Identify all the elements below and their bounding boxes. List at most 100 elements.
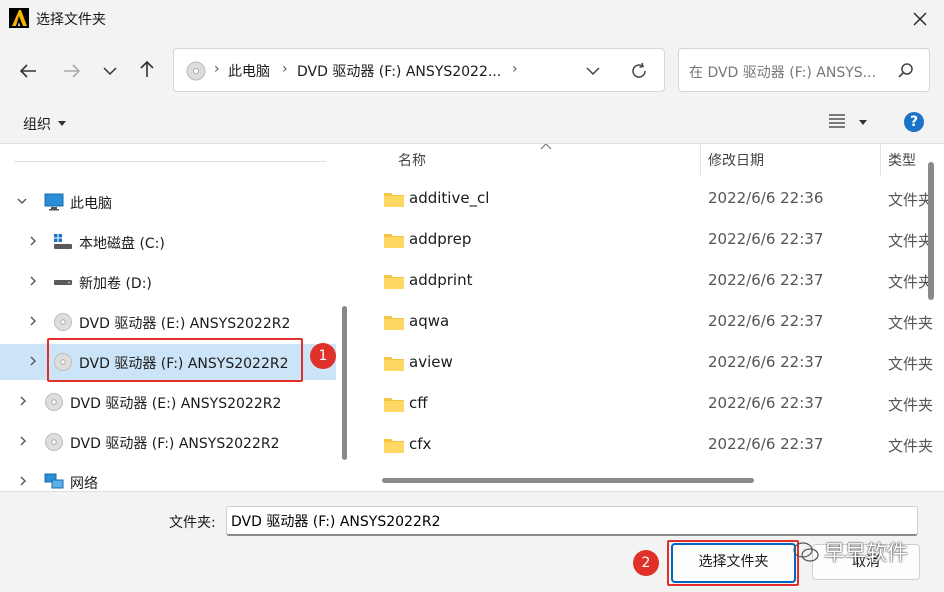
file-name: aview: [409, 353, 453, 371]
help-icon[interactable]: ?: [904, 112, 924, 132]
folder-icon: [384, 439, 404, 453]
chevron-down-icon[interactable]: [584, 63, 602, 79]
file-modified: 2022/6/6 22:37: [708, 312, 824, 330]
recent-locations-button[interactable]: [97, 58, 123, 84]
file-type: 文件夹: [888, 191, 934, 209]
organize-menu[interactable]: 组织: [23, 114, 51, 134]
column-header-name[interactable]: 名称: [398, 150, 426, 170]
file-name: cfx: [409, 435, 432, 453]
window-title: 选择文件夹: [36, 12, 106, 28]
folder-icon: [384, 357, 404, 371]
tree-item-label: 本地磁盘 (C:): [79, 236, 165, 252]
file-name: additive_cl: [409, 189, 490, 207]
chevron-right-icon[interactable]: [17, 395, 29, 407]
tree-item-label: 新加卷 (D:): [79, 276, 152, 292]
tree-item-dvd-f-root[interactable]: DVD 驱动器 (F:) ANSYS2022R2: [0, 424, 336, 460]
horizontal-scrollbar[interactable]: [382, 478, 754, 483]
chevron-right-icon[interactable]: [27, 355, 39, 367]
file-row[interactable]: cff 2022/6/6 22:37 文件夹: [362, 385, 944, 426]
drive-icon: [54, 280, 72, 285]
breadcrumb-dvd-f[interactable]: DVD 驱动器 (F:) ANSYS2022...: [297, 61, 501, 81]
file-list: 名称 修改日期 类型 additive_cl 2022/6/6 22:36 文件…: [362, 144, 944, 491]
chevron-right-icon[interactable]: [27, 235, 39, 247]
chevron-right-icon: ›: [512, 61, 518, 77]
tree-item-dvd-e[interactable]: DVD 驱动器 (E:) ANSYS2022R2: [0, 304, 336, 340]
folder-input[interactable]: [226, 506, 918, 536]
tree-item-label: DVD 驱动器 (E:) ANSYS2022R2: [70, 396, 282, 412]
chevron-right-icon[interactable]: [17, 475, 29, 487]
file-modified: 2022/6/6 22:37: [708, 271, 824, 289]
chevron-right-icon[interactable]: [27, 275, 39, 287]
search-input[interactable]: 在 DVD 驱动器 (F:) ANSYS...: [689, 62, 876, 82]
chevron-down-icon[interactable]: [16, 195, 28, 207]
chevron-down-icon: [103, 67, 117, 76]
file-row[interactable]: aqwa 2022/6/6 22:37 文件夹: [362, 303, 944, 344]
file-type: 文件夹: [888, 437, 934, 455]
column-divider[interactable]: [880, 144, 881, 176]
disc-icon: [45, 393, 63, 411]
folder-icon: [384, 316, 404, 330]
tree-item-drive-c[interactable]: 本地磁盘 (C:): [0, 224, 336, 260]
nav-scrollbar[interactable]: [342, 306, 347, 460]
arrow-left-icon: [19, 64, 36, 78]
tree-item-label: 网络: [70, 476, 98, 491]
address-bar[interactable]: › 此电脑 › DVD 驱动器 (F:) ANSYS2022... ›: [173, 48, 665, 92]
watermark-text: 早早软件: [824, 541, 908, 565]
disc-icon: [54, 313, 72, 331]
disc-icon: [45, 433, 63, 451]
chevron-right-icon[interactable]: [27, 315, 39, 327]
file-row[interactable]: addprint 2022/6/6 22:37 文件夹: [362, 262, 944, 303]
tree-item-this-pc[interactable]: 此电脑: [0, 184, 336, 220]
tree-item-drive-d[interactable]: 新加卷 (D:): [0, 264, 336, 300]
command-bar: 组织: [0, 102, 944, 144]
file-name: addprint: [409, 271, 473, 289]
divider: [14, 161, 326, 162]
disc-icon: [186, 61, 206, 81]
tree-item-label: DVD 驱动器 (F:) ANSYS2022R2: [70, 436, 280, 452]
file-modified: 2022/6/6 22:36: [708, 189, 824, 207]
wechat-icon: [793, 542, 819, 562]
file-row[interactable]: aview 2022/6/6 22:37 文件夹: [362, 344, 944, 385]
back-button[interactable]: [15, 58, 41, 84]
file-modified: 2022/6/6 22:37: [708, 394, 824, 412]
file-row[interactable]: additive_cl 2022/6/6 22:36 文件夹: [362, 180, 944, 221]
folder-icon: [384, 275, 404, 289]
chevron-right-icon: ›: [282, 61, 288, 77]
highlight-box-2: [667, 540, 799, 586]
folder-icon: [384, 193, 404, 207]
step-badge-1: 1: [310, 343, 336, 369]
file-modified: 2022/6/6 22:37: [708, 230, 824, 248]
arrow-right-icon: [64, 64, 81, 78]
vertical-scrollbar[interactable]: [928, 162, 934, 300]
refresh-icon[interactable]: [629, 61, 649, 81]
tree-item-network[interactable]: 网络: [0, 464, 336, 491]
search-icon: [898, 63, 913, 78]
chevron-right-icon[interactable]: [17, 435, 29, 447]
close-button[interactable]: [906, 5, 934, 33]
up-button[interactable]: [134, 56, 160, 82]
column-header-modified[interactable]: 修改日期: [708, 150, 764, 170]
file-type: 文件夹: [888, 232, 934, 250]
column-divider[interactable]: [700, 144, 701, 176]
tree-item-label: 此电脑: [70, 196, 112, 212]
file-type: 文件夹: [888, 396, 934, 414]
file-row[interactable]: addprep 2022/6/6 22:37 文件夹: [362, 221, 944, 262]
tree-item-dvd-e-root[interactable]: DVD 驱动器 (E:) ANSYS2022R2: [0, 384, 336, 420]
caret-down-icon: [58, 121, 66, 126]
folder-icon: [384, 398, 404, 412]
caret-down-icon[interactable]: [859, 120, 867, 125]
column-header-type[interactable]: 类型: [888, 150, 916, 170]
file-modified: 2022/6/6 22:37: [708, 435, 824, 453]
folder-icon: [384, 234, 404, 248]
ansys-logo-icon: [9, 8, 29, 28]
list-view-icon[interactable]: [829, 114, 845, 128]
file-type: 文件夹: [888, 314, 934, 332]
tree-item-label: DVD 驱动器 (E:) ANSYS2022R2: [79, 316, 291, 332]
file-row[interactable]: cfx 2022/6/6 22:37 文件夹: [362, 426, 944, 467]
file-type: 文件夹: [888, 355, 934, 373]
sort-ascending-icon: [540, 144, 552, 150]
search-box[interactable]: 在 DVD 驱动器 (F:) ANSYS...: [678, 48, 930, 92]
breadcrumb-this-pc[interactable]: 此电脑: [228, 61, 270, 81]
forward-button[interactable]: [59, 58, 85, 84]
network-icon: [44, 473, 64, 489]
